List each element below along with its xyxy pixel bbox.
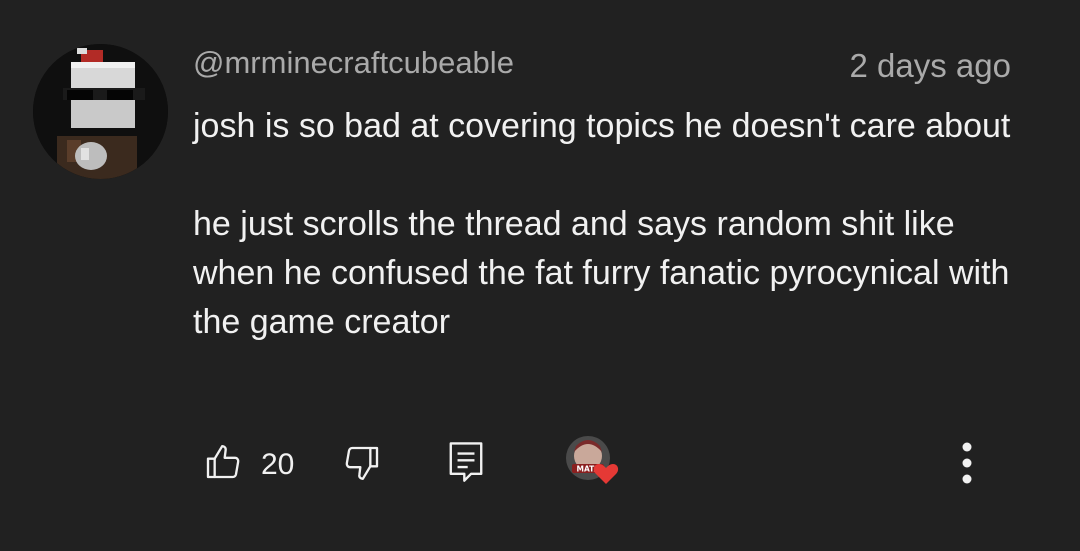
comment-card: @mrminecraftcubeable 2 days ago josh is …: [0, 0, 1080, 551]
creator-heart-icon: MATA: [566, 436, 619, 484]
reply-icon: [447, 440, 485, 489]
reply-button[interactable]: [447, 440, 485, 489]
comment-actions: 20 MATA: [0, 432, 1080, 492]
thumbs-down-icon: [342, 443, 382, 488]
creator-heart-button[interactable]: MATA: [562, 432, 622, 490]
like-button[interactable]: 20: [203, 442, 294, 487]
more-vert-icon: [962, 442, 972, 484]
comment-text: josh is so bad at covering topics he doe…: [193, 102, 1023, 347]
comment-timestamp[interactable]: 2 days ago: [850, 46, 1011, 86]
avatar-image: [33, 44, 168, 179]
avatar[interactable]: [33, 44, 168, 179]
dislike-button[interactable]: [342, 443, 382, 488]
like-count: 20: [261, 447, 295, 481]
author-name[interactable]: @mrminecraftcubeable: [193, 44, 514, 82]
comment-paragraph: josh is so bad at covering topics he doe…: [193, 107, 1011, 145]
more-actions-button[interactable]: [954, 438, 980, 488]
thumbs-up-icon: [203, 442, 243, 487]
comment-paragraph: he just scrolls the thread and says rand…: [193, 205, 1010, 341]
